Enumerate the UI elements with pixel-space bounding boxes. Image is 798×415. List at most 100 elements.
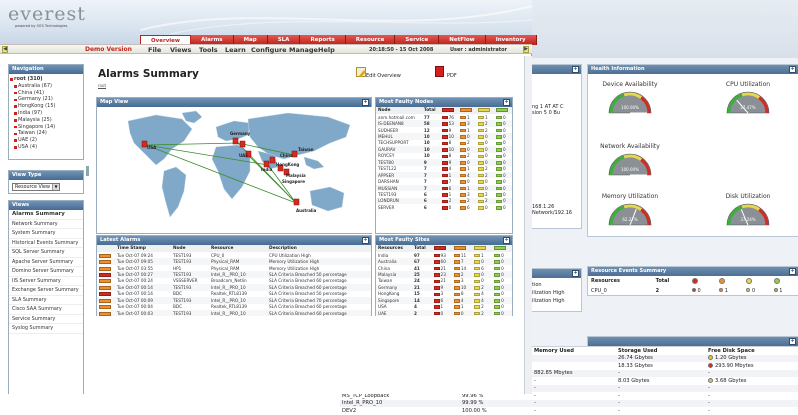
view-item[interactable]: Network Summary (9, 220, 83, 229)
alarm-row[interactable]: Tue Oct-07 00:04 BDC Realtek_RTL8139 SLA Cr… (97, 304, 371, 310)
gauge-dial (726, 203, 770, 226)
gauge-title: CPU Utilization (725, 81, 771, 88)
count: 0 (466, 179, 470, 185)
nav-item[interactable]: USA (4) (9, 144, 83, 151)
severity-icon (441, 180, 448, 184)
vertical-scrollbar[interactable] (524, 56, 532, 394)
nav-item[interactable]: Singapore (14) (9, 124, 83, 131)
nav-item[interactable]: Germany (21) (9, 96, 83, 103)
table-row[interactable]: CPU_0 2 0 1 0 1 (588, 287, 798, 295)
memory-used: - (534, 392, 536, 399)
pdf-icon[interactable] (435, 66, 444, 77)
city-label[interactable]: Malaysia (286, 173, 306, 178)
city-label[interactable]: India (261, 167, 272, 172)
edit-icon[interactable] (356, 67, 366, 77)
view-item[interactable]: SLA Summary (9, 296, 83, 305)
alarm-row[interactable]: Tue Oct-07 00:09 TEST193 Intel_R__PRO_10 SL… (97, 297, 371, 304)
toggle-icon[interactable]: + (572, 66, 579, 73)
count: 0 (484, 185, 488, 191)
alarm-row[interactable]: Tue Oct-07 00:14 TEST193 Intel_R__PRO_10 SL… (97, 284, 371, 291)
view-item[interactable]: Exchange Server Summary (9, 286, 83, 296)
menu-learn[interactable]: Learn (225, 46, 246, 54)
resource-name: DEV2 (342, 407, 357, 414)
city-label[interactable]: USA (147, 145, 156, 150)
edit-overview-link[interactable]: Edit Overview (366, 73, 401, 79)
world-map[interactable]: USA UAE Germany India China Taiwan HongK… (98, 107, 375, 233)
breadcrumb[interactable]: root (98, 83, 106, 88)
scroll-left-icon[interactable]: ◀ (2, 46, 8, 53)
nav-item[interactable]: Taiwan (24) (9, 130, 83, 137)
city-label[interactable]: China (280, 153, 293, 158)
toggle-icon[interactable]: + (572, 270, 579, 277)
col-time-stamp: Time Stamp (115, 245, 171, 252)
nav-item[interactable]: UAE (2) (9, 137, 83, 144)
count: 1 (466, 185, 470, 191)
views-panel: Views Alarms Summary Network Summary Syste… (8, 200, 84, 394)
view-item[interactable]: Service Summary (9, 315, 83, 324)
table-row[interactable]: SERVER 6 0 6 0 0 (376, 204, 512, 210)
nav-item[interactable]: China (41) (9, 90, 83, 97)
nav-item[interactable]: Australia (67) (9, 83, 83, 90)
menu-configure[interactable]: Configure (251, 46, 287, 54)
view-item[interactable]: Historical Events Summary (9, 239, 83, 248)
toggle-icon[interactable]: + (789, 66, 796, 73)
count: 1 (448, 172, 452, 178)
toggle-icon[interactable]: + (789, 338, 796, 345)
toggle-icon[interactable]: + (789, 268, 796, 275)
toggle-icon[interactable]: + (362, 237, 369, 244)
city-label[interactable]: UAE (239, 153, 248, 158)
gauge-dial (608, 153, 652, 176)
severity-icon (99, 298, 111, 303)
view-item[interactable]: Domino Server Summary (9, 267, 83, 277)
alarm-row[interactable]: Tue Oct-07 00:24 VSSSERVER Broadcom_Netlin… (97, 278, 371, 284)
view-item[interactable]: Alarms Summary (9, 210, 83, 220)
severity-icon (459, 167, 466, 171)
severity-icon (99, 260, 111, 265)
toggle-icon[interactable]: + (503, 99, 510, 106)
view-type-select[interactable]: Resource View ▼ (12, 183, 60, 191)
alarm-row[interactable]: Tue Oct-07 00:14 BDC Realtek_RTL8139 SLA Cr… (97, 291, 371, 297)
view-item[interactable]: Cisco SAA Summary (9, 305, 83, 315)
count: 0 (484, 134, 488, 140)
alarm-row[interactable]: Tue Oct-07 00:27 TEST193 Intel_R__PRO_10 SL… (97, 271, 371, 278)
menu-file[interactable]: File (148, 46, 161, 54)
view-item[interactable]: Syslog Summary (9, 324, 83, 334)
toggle-icon[interactable]: + (503, 237, 510, 244)
alarm-row[interactable]: Tue Oct-07 00:03 TEST193 Intel_R__PRO_10 SL… (97, 309, 371, 317)
severity-icon (453, 266, 460, 271)
menu-views[interactable]: Views (170, 46, 191, 54)
severity-icon (459, 173, 466, 178)
scroll-right-icon[interactable]: ▶ (523, 46, 529, 53)
view-item[interactable]: Apache Server Summary (9, 258, 83, 267)
free-disk-space: 293.90 Mbytes (706, 362, 798, 370)
city-label[interactable]: Germany (230, 131, 250, 136)
city-label[interactable]: Singapore (282, 179, 305, 184)
toggle-icon[interactable]: + (362, 99, 369, 106)
pdf-link[interactable]: PDF (447, 73, 457, 79)
nav-item[interactable]: Malaysia (25) (9, 117, 83, 124)
table-row[interactable]: UAE 2 0 0 2 0 (376, 309, 512, 317)
city-label[interactable]: Australia (296, 208, 316, 213)
city-label[interactable]: Taiwan (298, 147, 314, 152)
table-row[interactable]: DEV2 100.00 % - - - (340, 407, 798, 415)
view-item[interactable]: IIS Server Summary (9, 277, 83, 286)
menu-help[interactable]: Help (318, 46, 335, 54)
count: 1 (466, 166, 470, 172)
count: 1 (779, 287, 783, 294)
col-total: Total (411, 245, 432, 252)
city-label[interactable]: HongKong (276, 162, 299, 167)
menu-manage[interactable]: Manage (289, 46, 318, 54)
nav-item[interactable]: root (310) (9, 76, 83, 83)
table-row[interactable]: Intel_R_PRO_10 99.99 % - - - (340, 399, 798, 407)
count: 0 (502, 198, 506, 204)
count: 53 (448, 121, 454, 127)
severity-icon (495, 128, 502, 133)
current-user: User : administrator (450, 47, 508, 53)
view-item[interactable]: System Summary (9, 229, 83, 239)
nav-item[interactable]: HongKong (15) (9, 103, 83, 110)
menu-tools[interactable]: Tools (199, 46, 218, 54)
view-item[interactable]: SQL Server Summary (9, 248, 83, 258)
splitter-handle[interactable] (86, 166, 89, 176)
severity-icon (495, 154, 502, 159)
nav-item[interactable]: India (97) (9, 110, 83, 117)
